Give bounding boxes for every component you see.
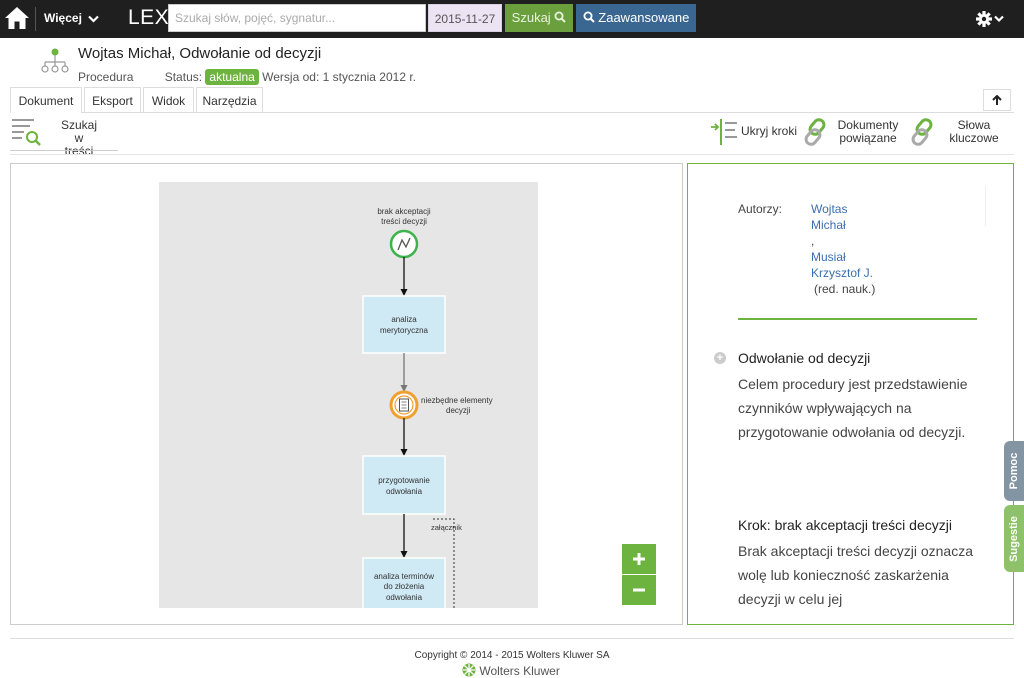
gear-icon[interactable]	[976, 9, 1006, 29]
brand-name: Wolters Kluwer	[479, 664, 560, 678]
diagram-canvas: brak akceptacji treści decyzji analiza m…	[362, 207, 493, 608]
wolters-kluwer-logo-icon	[462, 663, 476, 677]
document-meta: Procedura Status: aktualna Wersja od: 1 …	[78, 69, 416, 85]
expand-icon[interactable]: +	[714, 352, 726, 364]
author-separator: ,	[811, 234, 815, 248]
copyright-text: Copyright © 2014 - 2015 Wolters Kluwer S…	[414, 650, 610, 661]
search-text-icon	[12, 119, 41, 146]
search-in-content-label: Szukaj w treści	[60, 118, 98, 158]
task-analiza-merytoryczna[interactable]: analiza merytoryczna	[362, 295, 446, 354]
plus-icon	[633, 553, 645, 566]
date-field[interactable]: 2015-11-27	[428, 4, 502, 32]
section-body: Celem procedury jest przedstawienie czyn…	[738, 376, 968, 440]
hide-steps-icon	[711, 119, 737, 145]
start-event-label: treści decyzji	[381, 217, 427, 226]
task-analiza-terminow[interactable]: analiza terminów do złożenia odwołania	[362, 557, 446, 608]
tab-eksport[interactable]: Eksport	[84, 87, 141, 113]
search-icon	[583, 11, 595, 23]
author-link[interactable]: Musiał	[811, 249, 875, 265]
search-icon	[554, 11, 567, 23]
help-tab[interactable]: Pomoc	[1004, 441, 1024, 501]
search-input[interactable]	[168, 4, 426, 32]
step-body: Brak akceptacji treści decyzji oznacza w…	[738, 543, 973, 607]
document-type: Procedura	[78, 70, 134, 84]
status-label: Status:	[164, 70, 203, 84]
authors-label: Autorzy:	[738, 202, 783, 216]
version-info: Wersja od: 1 stycznia 2012 r.	[262, 70, 416, 84]
top-bar: Więcej LEX 2015-11-27 Szukaj Zaawansowan…	[0, 0, 1024, 38]
tab-dokument[interactable]: Dokument	[10, 87, 82, 113]
intermediate-event-label: decyzji	[446, 406, 471, 415]
advanced-search-button[interactable]: Zaawansowane	[576, 4, 696, 32]
procedure-icon	[41, 48, 69, 73]
authors-list: Wojtas Michał , Musiał Krzysztof J. (red…	[811, 201, 875, 297]
more-menu-button[interactable]: Więcej	[44, 11, 100, 25]
document-title: Wojtas Michał, Odwołanie od decyzji	[78, 45, 322, 62]
intermediate-event[interactable]	[389, 390, 419, 420]
more-menu-label: Więcej	[44, 11, 82, 25]
suggestions-tab-label: Sugestie	[1008, 515, 1020, 562]
author-link[interactable]: Krzysztof J.	[811, 265, 875, 281]
task-label: odwołania	[386, 593, 423, 602]
task-label: analiza	[391, 315, 417, 324]
task-label: do złożenia	[384, 582, 425, 591]
tabs-divider	[10, 112, 1014, 113]
related-documents-button[interactable]: Dokumenty powiązane	[802, 117, 902, 151]
task-label: przygotowanie	[378, 476, 430, 485]
help-tab-label: Pomoc	[1008, 452, 1020, 490]
brand-logo: Wolters Kluwer	[462, 663, 560, 678]
divider	[10, 150, 118, 151]
start-event[interactable]	[389, 229, 419, 259]
suggestions-tab[interactable]: Sugestie	[1004, 505, 1024, 572]
minus-icon	[633, 588, 645, 592]
status-badge: aktualna	[205, 69, 259, 85]
app-logo[interactable]: LEX	[128, 6, 169, 30]
flow-arrowhead	[400, 289, 408, 296]
zoom-in-button[interactable]	[622, 544, 656, 574]
divider	[985, 186, 986, 226]
task-label: odwołania	[386, 487, 423, 496]
document-details-panel: Autorzy: Wojtas Michał , Musiał Krzyszto…	[687, 163, 1014, 625]
home-icon[interactable]	[4, 5, 30, 31]
scroll-up-button[interactable]	[983, 89, 1011, 111]
task-przygotowanie-odwolania[interactable]: przygotowanie odwołania	[362, 455, 446, 515]
editor-note: (red. nauk.)	[814, 282, 876, 296]
hide-steps-button[interactable]: Ukryj kroki	[710, 117, 800, 151]
hide-steps-label: Ukryj kroki	[741, 124, 797, 138]
toolbar-divider	[10, 154, 1014, 155]
search-button-label: Szukaj	[511, 10, 551, 25]
author-link[interactable]: Wojtas	[811, 201, 875, 217]
start-event-label: brak akceptacji	[377, 207, 431, 216]
chevron-down-icon	[88, 15, 100, 23]
task-label: merytoryczna	[380, 326, 429, 335]
search-button[interactable]: Szukaj	[505, 4, 573, 32]
task-label: analiza terminów	[374, 572, 434, 581]
intermediate-event-label: niezbędne elementy	[421, 396, 493, 405]
author-link[interactable]: Michał	[811, 217, 875, 233]
process-diagram[interactable]: brak akceptacji treści decyzji analiza m…	[159, 182, 538, 608]
tab-widok[interactable]: Widok	[143, 87, 194, 113]
arrow-up-icon	[992, 94, 1002, 106]
advanced-search-label: Zaawansowane	[598, 10, 690, 25]
section-title: Odwołanie od decyzji	[738, 350, 871, 366]
footer-divider	[10, 638, 1014, 639]
divider	[35, 7, 36, 31]
tab-narzedzia[interactable]: Narzędzia	[196, 87, 263, 113]
search-in-content-button[interactable]: Szukaj w treści	[12, 117, 118, 158]
attachment-label: załącznik	[431, 523, 462, 532]
diagram-panel: brak akceptacji treści decyzji analiza m…	[10, 163, 683, 625]
step-title: Krok: brak akceptacji treści decyzji	[738, 517, 952, 533]
keywords-button[interactable]: Słowa kluczowe	[909, 117, 1014, 151]
related-documents-label: Dokumenty powiązane	[837, 118, 899, 145]
flow-arrowhead	[400, 449, 408, 456]
zoom-out-button[interactable]	[622, 575, 656, 605]
link-icon	[804, 118, 826, 146]
flow-arrowhead	[400, 551, 408, 558]
link-icon	[911, 118, 933, 146]
section-divider	[738, 318, 977, 320]
keywords-label: Słowa kluczowe	[949, 118, 999, 145]
